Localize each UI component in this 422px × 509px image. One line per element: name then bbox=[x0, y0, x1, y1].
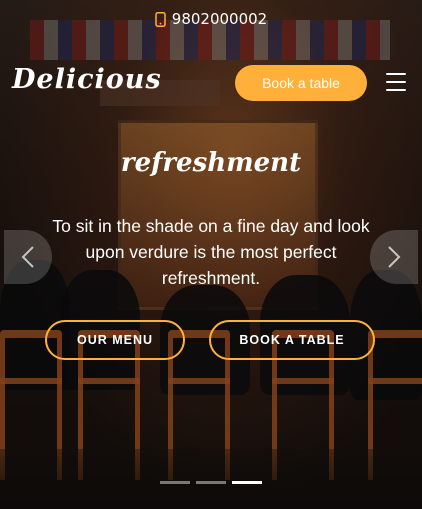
carousel-indicator-active[interactable] bbox=[232, 481, 262, 484]
book-a-table-button[interactable]: BOOK A TABLE bbox=[209, 320, 375, 360]
book-table-button[interactable]: Book a table bbox=[235, 65, 367, 101]
menu-bar bbox=[386, 73, 406, 75]
carousel-indicator[interactable] bbox=[196, 481, 226, 484]
site-logo[interactable]: Delicious bbox=[12, 64, 162, 95]
carousel-indicators bbox=[160, 481, 262, 484]
carousel-indicator[interactable] bbox=[160, 481, 190, 484]
hamburger-menu-icon[interactable] bbox=[386, 73, 406, 91]
hero-text: To sit in the shade on a fine day and lo… bbox=[52, 216, 370, 288]
phone-icon bbox=[155, 11, 166, 27]
hero-title: refreshment bbox=[120, 148, 302, 178]
page: 9802000002 Delicious Book a table refres… bbox=[0, 0, 422, 509]
carousel-next-button[interactable] bbox=[370, 230, 418, 284]
site-header: Delicious Book a table bbox=[0, 64, 422, 104]
contact-bar: 9802000002 bbox=[0, 10, 422, 28]
phone-number[interactable]: 9802000002 bbox=[172, 10, 267, 28]
chevron-right-icon bbox=[388, 246, 401, 268]
our-menu-button[interactable]: OUR MENU bbox=[45, 320, 185, 360]
menu-bar bbox=[386, 81, 406, 83]
menu-bar bbox=[386, 89, 406, 91]
chevron-left-icon bbox=[21, 246, 34, 268]
